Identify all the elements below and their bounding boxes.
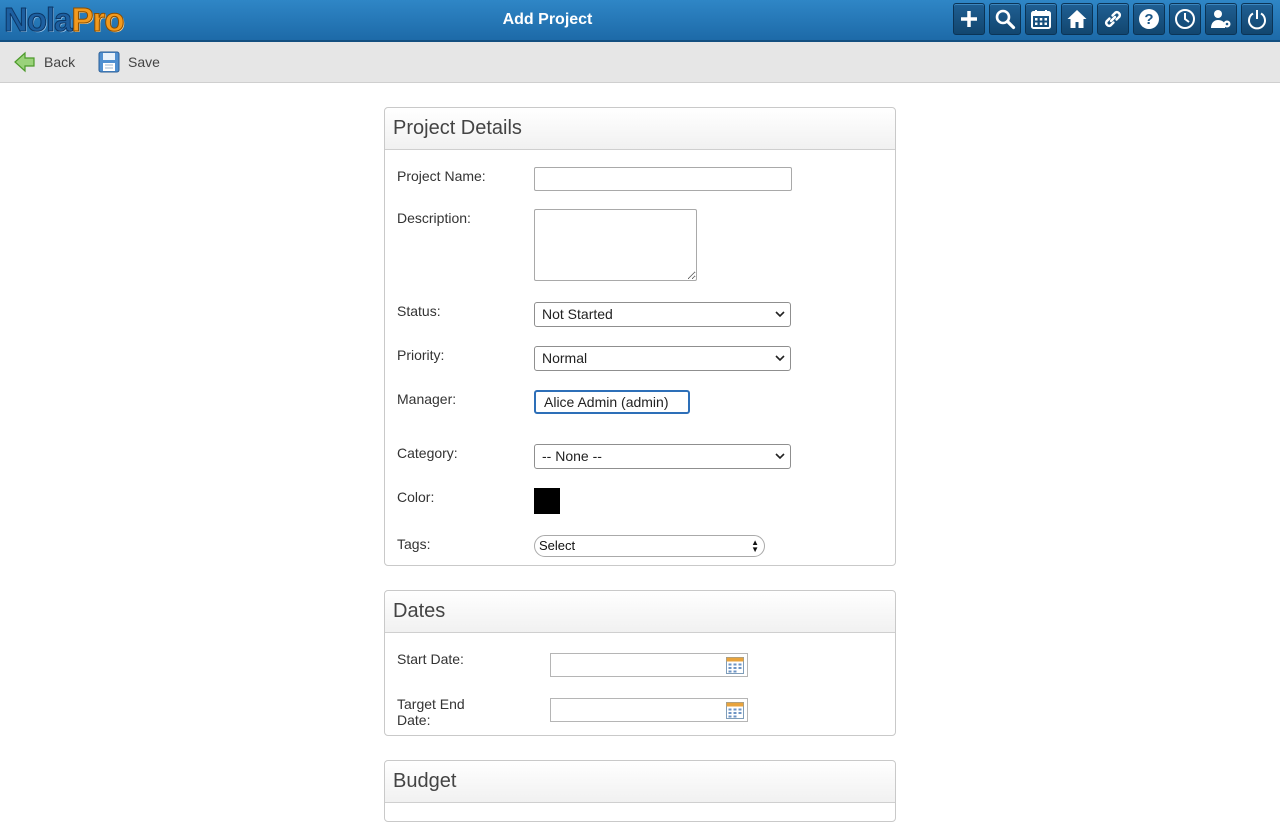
project-name-input[interactable] xyxy=(534,167,792,191)
link-icon xyxy=(1105,11,1121,27)
updown-arrows-icon: ▲ ▼ xyxy=(751,538,759,554)
user-settings-icon xyxy=(1211,10,1231,28)
link-button[interactable] xyxy=(1097,3,1129,35)
home-button[interactable] xyxy=(1061,3,1093,35)
description-textarea[interactable] xyxy=(534,209,697,281)
help-icon: ? xyxy=(1139,9,1159,29)
chevron-down-icon xyxy=(775,311,785,318)
dates-title: Dates xyxy=(385,591,895,633)
dates-panel: Dates Start Date: Target End Date: xyxy=(384,590,896,736)
start-date-label: Start Date: xyxy=(397,651,464,667)
calendar-icon[interactable] xyxy=(726,702,744,719)
time-tracking-button[interactable] xyxy=(1169,3,1201,35)
project-details-title: Project Details xyxy=(385,108,895,150)
description-label: Description: xyxy=(397,210,471,226)
calendar-icon xyxy=(1031,10,1051,29)
search-button[interactable] xyxy=(989,3,1021,35)
back-arrow-icon xyxy=(14,51,35,73)
status-label: Status: xyxy=(397,303,441,319)
priority-label: Priority: xyxy=(397,347,445,363)
action-bar: Back Save xyxy=(0,42,1280,83)
status-select[interactable]: Not Started xyxy=(534,302,791,327)
target-end-date-label: Target End Date: xyxy=(397,696,465,728)
calendar-icon[interactable] xyxy=(726,657,744,674)
help-button[interactable]: ? xyxy=(1133,3,1165,35)
svg-text:?: ? xyxy=(1144,11,1153,28)
logout-button[interactable] xyxy=(1241,3,1273,35)
target-end-date-input[interactable] xyxy=(550,698,748,722)
plus-icon xyxy=(961,11,977,27)
status-selected-value: Not Started xyxy=(542,306,613,322)
power-icon xyxy=(1248,10,1266,30)
tags-select[interactable]: Select ▲ ▼ xyxy=(534,535,765,557)
start-date-input[interactable] xyxy=(550,653,748,677)
budget-title: Budget xyxy=(385,761,895,803)
home-icon xyxy=(1067,10,1087,28)
color-label: Color: xyxy=(397,489,435,505)
header-toolbar: ? xyxy=(953,3,1273,35)
back-label: Back xyxy=(44,54,76,70)
chevron-down-icon xyxy=(775,453,785,460)
user-settings-button[interactable] xyxy=(1205,3,1237,35)
calendar-button[interactable] xyxy=(1025,3,1057,35)
project-name-label: Project Name: xyxy=(397,168,486,184)
budget-panel: Budget xyxy=(384,760,896,822)
category-selected-value: -- None -- xyxy=(542,448,602,464)
save-label: Save xyxy=(128,54,160,70)
manager-label: Manager: xyxy=(397,391,457,407)
save-button[interactable]: Save xyxy=(98,42,160,82)
color-swatch[interactable] xyxy=(534,488,560,514)
add-button[interactable] xyxy=(953,3,985,35)
category-label: Category: xyxy=(397,445,458,461)
save-icon xyxy=(98,51,120,73)
target-end-label-line1: Target End xyxy=(397,696,465,712)
priority-select[interactable]: Normal xyxy=(534,346,791,371)
project-details-panel: Project Details Project Name: Descriptio… xyxy=(384,107,896,566)
tags-label: Tags: xyxy=(397,536,431,552)
top-header: NolaPro Add Project ? xyxy=(0,0,1280,42)
category-select[interactable]: -- None -- xyxy=(534,444,791,469)
priority-selected-value: Normal xyxy=(542,350,588,366)
back-button[interactable]: Back xyxy=(14,42,75,82)
tags-selected-value: Select xyxy=(539,538,576,553)
page-title: Add Project xyxy=(502,11,593,28)
target-end-label-line2: Date: xyxy=(397,712,431,728)
chevron-down-icon xyxy=(775,355,785,362)
clock-icon xyxy=(1175,9,1195,29)
search-icon xyxy=(995,9,1016,30)
manager-input[interactable]: Alice Admin (admin) xyxy=(534,390,690,414)
